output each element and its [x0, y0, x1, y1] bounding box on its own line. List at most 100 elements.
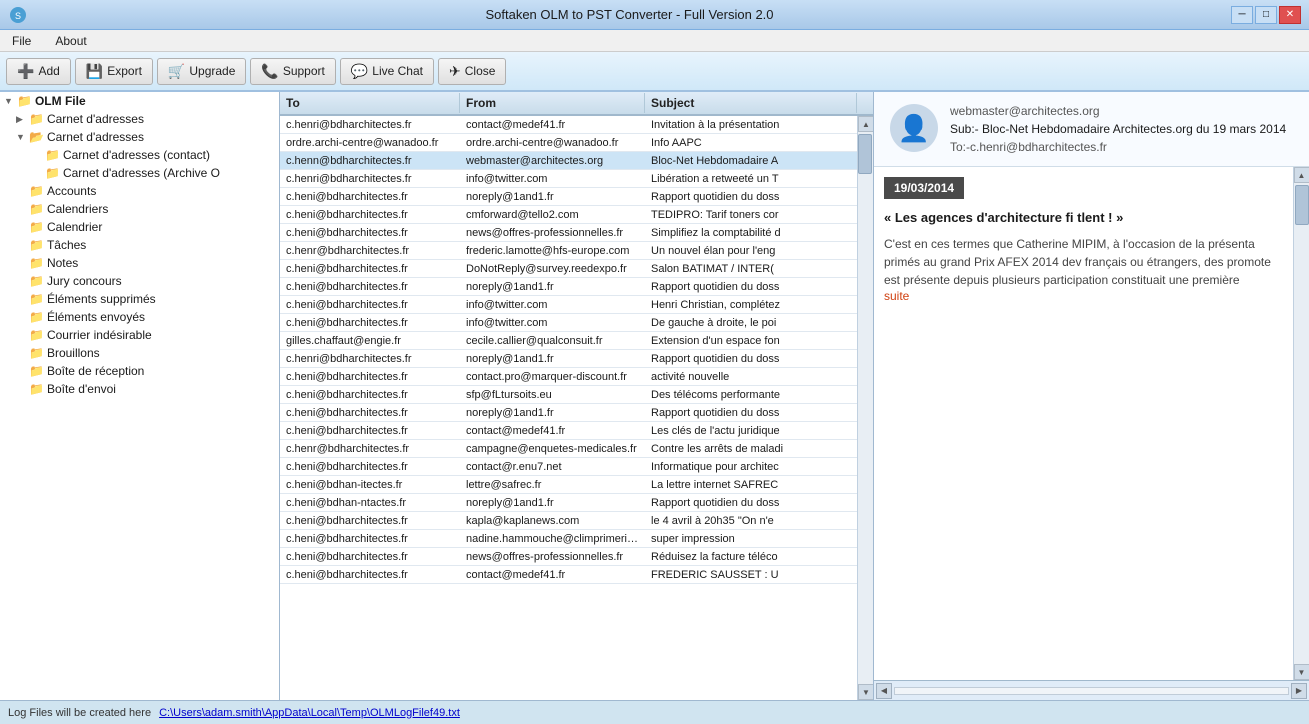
close-app-icon: ✈ [449, 63, 461, 80]
email-row[interactable]: c.henr@bdharchitectes.fr frederic.lamott… [280, 242, 857, 260]
tree-item[interactable]: ▶📁 Calendrier [0, 218, 279, 236]
email-row[interactable]: c.heni@bdharchitectes.fr info@twitter.co… [280, 296, 857, 314]
scroll-thumb[interactable] [858, 134, 872, 174]
email-to: c.heni@bdharchitectes.fr [280, 423, 460, 439]
tree-item[interactable]: ▶📁 Notes [0, 254, 279, 272]
email-row[interactable]: c.heni@bdharchitectes.fr nadine.hammouch… [280, 530, 857, 548]
email-row[interactable]: c.heni@bdharchitectes.fr noreply@1and1.f… [280, 188, 857, 206]
tree-item[interactable]: ▶📁 Brouillons [0, 344, 279, 362]
email-row[interactable]: c.heni@bdhan-itectes.fr lettre@safrec.fr… [280, 476, 857, 494]
right-scroll-right[interactable]: ▶ [1291, 683, 1307, 699]
minimize-button[interactable]: ─ [1231, 6, 1253, 24]
email-from: lettre@safrec.fr [460, 477, 645, 493]
tree-item[interactable]: ▶📁 Courrier indésirable [0, 326, 279, 344]
live-chat-label: Live Chat [372, 64, 423, 78]
email-row[interactable]: c.heni@bdharchitectes.fr noreply@1and1.f… [280, 278, 857, 296]
menu-file[interactable]: File [4, 32, 39, 50]
tree-root[interactable]: ▼ 📁 OLM File [0, 92, 279, 110]
scroll-up-arrow[interactable]: ▲ [858, 116, 873, 132]
email-row[interactable]: c.heni@bdharchitectes.fr sfp@fLtursoits.… [280, 386, 857, 404]
email-row[interactable]: c.heni@bdharchitectes.fr kapla@kaplanews… [280, 512, 857, 530]
email-to: c.heni@bdharchitectes.fr [280, 549, 460, 565]
email-from: sfp@fLtursoits.eu [460, 387, 645, 403]
email-to: c.heni@bdharchitectes.fr [280, 261, 460, 277]
email-to: c.heni@bdhan-itectes.fr [280, 477, 460, 493]
close-app-button[interactable]: ✈ Close [438, 58, 506, 85]
live-chat-icon: 💬 [351, 63, 368, 80]
email-from: campagne@enquetes-medicales.fr [460, 441, 645, 457]
email-from: noreply@1and1.fr [460, 189, 645, 205]
email-list-scrollbar[interactable]: ▲ ▼ [857, 116, 873, 700]
tree-item-label: Calendriers [47, 202, 108, 216]
preview-scroll-up[interactable]: ▲ [1294, 167, 1309, 183]
expand-icon: ▶ [32, 168, 42, 179]
preview-scrollbar[interactable]: ▲ ▼ [1293, 167, 1309, 680]
email-row[interactable]: c.heni@bdharchitectes.fr noreply@1and1.f… [280, 404, 857, 422]
email-row[interactable]: c.henr@bdharchitectes.fr campagne@enquet… [280, 440, 857, 458]
email-row[interactable]: c.heni@bdharchitectes.fr contact@medef41… [280, 422, 857, 440]
preview-scroll-down[interactable]: ▼ [1294, 664, 1309, 680]
scroll-down-arrow[interactable]: ▼ [858, 684, 873, 700]
email-to: c.henn@bdharchitectes.fr [280, 153, 460, 169]
tree-item[interactable]: ▶📁 Boîte de réception [0, 362, 279, 380]
email-row[interactable]: c.henri@bdharchitectes.fr contact@medef4… [280, 116, 857, 134]
email-row[interactable]: c.heni@bdharchitectes.fr contact@r.enu7.… [280, 458, 857, 476]
support-button[interactable]: 📞 Support [250, 58, 335, 85]
email-row[interactable]: c.heni@bdharchitectes.fr news@offres-pro… [280, 224, 857, 242]
email-row[interactable]: c.henri@bdharchitectes.fr noreply@1and1.… [280, 350, 857, 368]
right-scroll-left[interactable]: ◀ [876, 683, 892, 699]
add-button[interactable]: ➕ Add [6, 58, 71, 85]
email-row[interactable]: gilles.chaffaut@engie.fr cecile.callier@… [280, 332, 857, 350]
tree-item[interactable]: ▶📁 Calendriers [0, 200, 279, 218]
email-from: noreply@1and1.fr [460, 351, 645, 367]
menu-about[interactable]: About [47, 32, 94, 50]
email-subject: Un nouvel élan pour l'eng [645, 243, 857, 259]
folder-icon: 📁 [29, 220, 44, 234]
email-row[interactable]: c.heni@bdharchitectes.fr info@twitter.co… [280, 314, 857, 332]
email-row[interactable]: c.heni@bdhan-ntactes.fr noreply@1and1.fr… [280, 494, 857, 512]
email-subject: Informatique pour architec [645, 459, 857, 475]
tree-item[interactable]: ▶📁 Éléments envoyés [0, 308, 279, 326]
tree-item[interactable]: ▼📂 Carnet d'adresses [0, 128, 279, 146]
email-subject: De gauche à droite, le poi [645, 315, 857, 331]
tree-item[interactable]: ▶📁 Carnet d'adresses (contact) [0, 146, 279, 164]
person-icon: 👤 [898, 113, 930, 144]
email-to: c.heni@bdharchitectes.fr [280, 567, 460, 583]
email-subject: Simplifiez la comptabilité d [645, 225, 857, 241]
email-row[interactable]: c.heni@bdharchitectes.fr DoNotReply@surv… [280, 260, 857, 278]
app-icon: S [8, 5, 28, 25]
right-panel: 👤 webmaster@architectes.org Sub:- Bloc-N… [874, 92, 1309, 700]
preview-scroll-thumb[interactable] [1295, 185, 1309, 225]
email-row[interactable]: c.henri@bdharchitectes.fr info@twitter.c… [280, 170, 857, 188]
restore-button[interactable]: □ [1255, 6, 1277, 24]
right-scroll-track [894, 687, 1289, 695]
export-button[interactable]: 💾 Export [75, 58, 153, 85]
col-header-to: To [280, 93, 460, 113]
email-to: c.heni@bdharchitectes.fr [280, 387, 460, 403]
upgrade-button[interactable]: 🛒 Upgrade [157, 58, 246, 85]
email-subject: Rapport quotidien du doss [645, 405, 857, 421]
log-path[interactable]: C:\Users\adam.smith\AppData\Local\Temp\O… [159, 707, 460, 719]
tree-item[interactable]: ▶📁 Jury concours [0, 272, 279, 290]
email-row[interactable]: c.heni@bdharchitectes.fr news@offres-pro… [280, 548, 857, 566]
email-row[interactable]: c.heni@bdharchitectes.fr cmforward@tello… [280, 206, 857, 224]
tree-item[interactable]: ▶📁 Boîte d'envoi [0, 380, 279, 398]
email-row[interactable]: c.henn@bdharchitectes.fr webmaster@archi… [280, 152, 857, 170]
email-from: ordre.archi-centre@wanadoo.fr [460, 135, 645, 151]
tree-item[interactable]: ▶📁 Carnet d'adresses [0, 110, 279, 128]
email-subject: Rapport quotidien du doss [645, 351, 857, 367]
tree-item[interactable]: ▶📁 Éléments supprimés [0, 290, 279, 308]
email-row[interactable]: c.heni@bdharchitectes.fr contact@medef41… [280, 566, 857, 584]
export-label: Export [107, 64, 142, 78]
email-from: nadine.hammouche@climprimerie.co [460, 531, 645, 547]
email-subject: Rapport quotidien du doss [645, 189, 857, 205]
tree-item[interactable]: ▶📁 Accounts [0, 182, 279, 200]
email-subject: La lettre internet SAFREC [645, 477, 857, 493]
live-chat-button[interactable]: 💬 Live Chat [340, 58, 434, 85]
email-row[interactable]: ordre.archi-centre@wanadoo.fr ordre.arch… [280, 134, 857, 152]
tree-item[interactable]: ▶📁 Carnet d'adresses (Archive O [0, 164, 279, 182]
email-row[interactable]: c.heni@bdharchitectes.fr contact.pro@mar… [280, 368, 857, 386]
tree-item[interactable]: ▶📁 Tâches [0, 236, 279, 254]
close-button[interactable]: ✕ [1279, 6, 1301, 24]
right-bottom-scroll[interactable]: ◀ ▶ [874, 680, 1309, 700]
